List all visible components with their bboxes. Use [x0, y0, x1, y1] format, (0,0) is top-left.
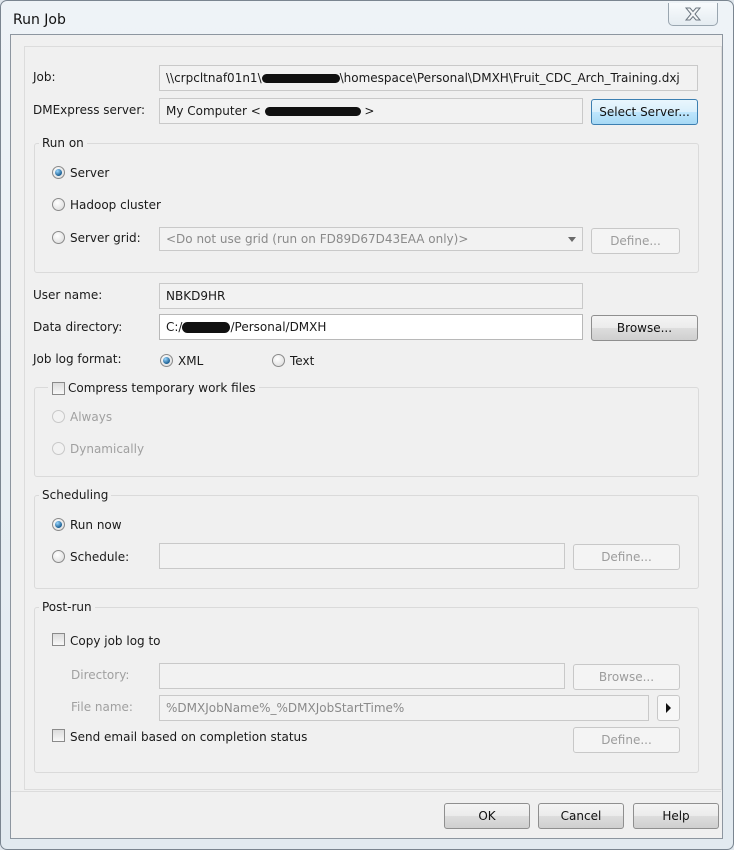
log-format-text-label[interactable]: Text	[290, 354, 314, 368]
log-format-label: Job log format:	[33, 352, 122, 366]
file-name-variables-button[interactable]	[657, 695, 680, 721]
job-label: Job:	[33, 70, 56, 84]
user-name-label: User name:	[33, 288, 103, 302]
cancel-button[interactable]: Cancel	[538, 803, 624, 829]
log-format-xml-label[interactable]: XML	[178, 354, 203, 368]
server-field: My Computer < >	[159, 98, 583, 124]
schedule-label[interactable]: Schedule:	[70, 550, 129, 564]
schedule-field	[159, 543, 565, 569]
close-button[interactable]	[668, 3, 718, 26]
help-button[interactable]: Help	[633, 803, 719, 829]
run-on-hadoop-label[interactable]: Hadoop cluster	[70, 198, 161, 212]
server-grid-select[interactable]: <Do not use grid (run on FD89D67D43EAA o…	[159, 227, 583, 251]
run-on-server-radio[interactable]	[52, 166, 65, 179]
job-path-field: \\crpcltnaf01n1\ \homespace\Personal\DMXH…	[159, 65, 698, 91]
data-directory-input[interactable]: C:/ /Personal/DMXH	[159, 314, 583, 340]
directory-label: Directory:	[71, 668, 130, 682]
server-label: DMExpress server:	[33, 103, 146, 117]
redacted-text	[182, 322, 231, 333]
run-now-radio[interactable]	[52, 518, 65, 531]
grid-define-button[interactable]: Define...	[591, 228, 680, 254]
scheduling-group	[34, 495, 699, 589]
server-prefix: My Computer <	[166, 104, 265, 118]
send-email-checkbox[interactable]	[52, 729, 65, 742]
email-define-button[interactable]: Define...	[573, 727, 680, 753]
file-name-field: %DMXJobName%_%DMXJobStartTime%	[159, 695, 649, 721]
run-now-label[interactable]: Run now	[70, 518, 122, 532]
scheduling-title: Scheduling	[39, 488, 112, 502]
redacted-text	[261, 74, 340, 83]
compress-dynamically-label: Dynamically	[70, 442, 145, 456]
job-path-suffix: \homespace\Personal\DMXH\Fruit_CDC_Arch_…	[339, 71, 680, 85]
file-name-label: File name:	[71, 700, 133, 714]
close-x-icon	[684, 7, 702, 21]
footer-divider	[11, 791, 721, 792]
schedule-define-button[interactable]: Define...	[573, 544, 680, 570]
data-directory-label: Data directory:	[33, 320, 123, 334]
redacted-text	[264, 107, 361, 116]
data-directory-prefix: C:/	[166, 320, 183, 334]
run-on-server-label[interactable]: Server	[70, 166, 109, 180]
data-directory-suffix: /Personal/DMXH	[230, 320, 327, 334]
chevron-down-icon	[568, 237, 576, 242]
run-on-grid-label[interactable]: Server grid:	[70, 231, 141, 245]
copy-log-checkbox[interactable]	[52, 633, 65, 646]
copy-log-label[interactable]: Copy job log to	[70, 634, 161, 648]
user-name-field: NBKD9HR	[159, 283, 583, 309]
window-title: Run Job	[13, 12, 66, 28]
directory-browse-button[interactable]: Browse...	[573, 664, 680, 690]
play-arrow-icon	[666, 703, 671, 713]
compress-dynamically-radio[interactable]	[52, 442, 65, 455]
log-format-xml-radio[interactable]	[160, 354, 173, 367]
compress-title[interactable]: Compress temporary work files	[48, 381, 259, 395]
directory-field	[159, 663, 565, 689]
log-format-text-radio[interactable]	[272, 354, 285, 367]
schedule-radio[interactable]	[52, 550, 65, 563]
compress-group	[34, 387, 699, 477]
compress-always-radio[interactable]	[52, 410, 65, 423]
compress-checkbox[interactable]	[52, 382, 65, 395]
select-server-button[interactable]: Select Server...	[591, 99, 698, 125]
compress-always-label: Always	[70, 410, 113, 424]
job-path-prefix: \\crpcltnaf01n1\	[166, 71, 262, 85]
server-suffix: >	[360, 104, 375, 118]
run-on-hadoop-radio[interactable]	[52, 198, 65, 211]
run-on-grid-radio[interactable]	[52, 231, 65, 244]
data-directory-browse-button[interactable]: Browse...	[591, 315, 698, 341]
run-on-title: Run on	[39, 136, 87, 150]
send-email-label[interactable]: Send email based on completion status	[70, 730, 307, 744]
ok-button[interactable]: OK	[444, 803, 530, 829]
post-run-title: Post-run	[39, 600, 95, 614]
server-grid-value: <Do not use grid (run on FD89D67D43EAA o…	[166, 232, 469, 246]
